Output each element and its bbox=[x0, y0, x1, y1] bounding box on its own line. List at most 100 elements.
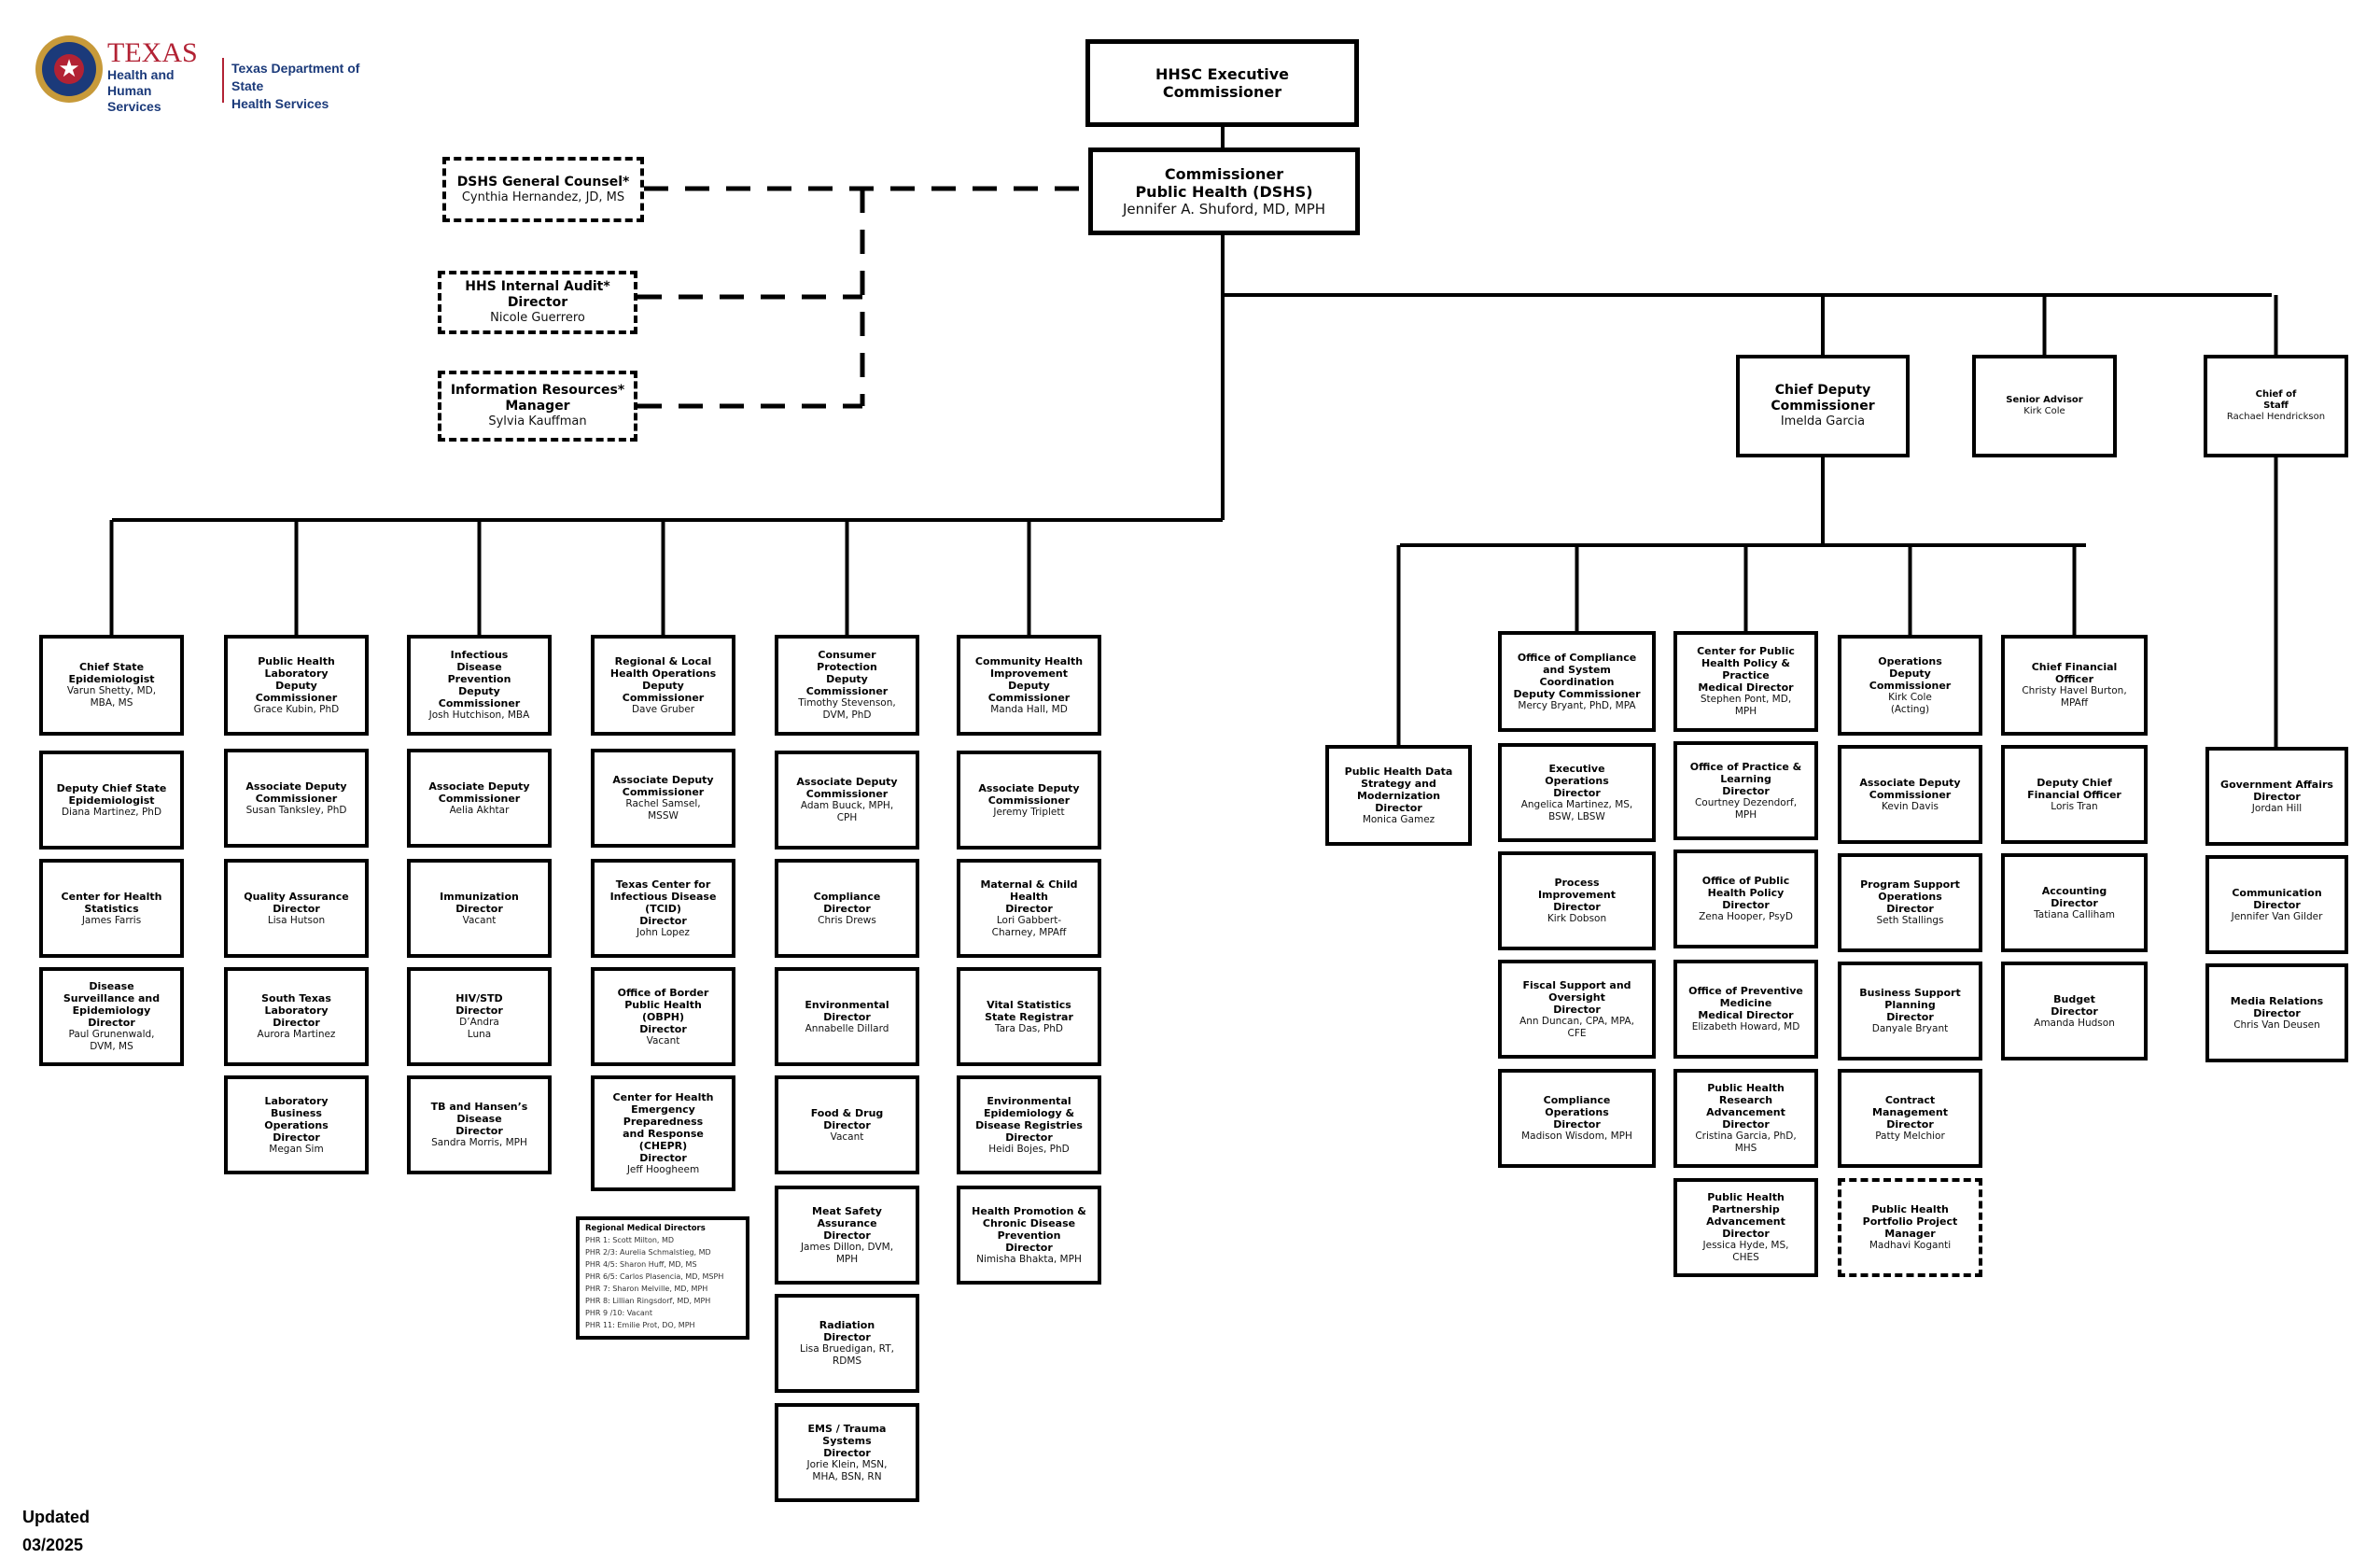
position-title: Associate Deputy Commissioner bbox=[245, 780, 347, 805]
org-box-process-improvement-director: Process Improvement Director Kirk Dobson bbox=[1498, 851, 1656, 950]
position-title: Environmental Director bbox=[805, 998, 889, 1023]
person-name: Patty Melchior bbox=[1875, 1131, 1945, 1142]
org-box-associate-deputy-commissioner: Associate Deputy Commissioner Susan Tanks… bbox=[224, 749, 369, 848]
org-box-compliance-operations-director: Compliance Operations Director Madison Wi… bbox=[1498, 1069, 1656, 1168]
org-box-associate-deputy-commissioner: Associate Deputy Commissioner Adam Buuck,… bbox=[775, 751, 919, 850]
updated-date: Updated 03/2025 bbox=[22, 1508, 90, 1554]
person-name: Elizabeth Howard, MD bbox=[1691, 1021, 1800, 1032]
org-box-meat-safety-assurance-director: Meat Safety Assurance Director James Dill… bbox=[775, 1186, 919, 1285]
position-title: Communication Director bbox=[2232, 886, 2322, 911]
org-box-public-health-research-advancement-director: Public Health Research Advancement Direc… bbox=[1673, 1069, 1818, 1168]
org-box-ems-trauma-systems-director: EMS / Trauma Systems Director Jorie Klein… bbox=[775, 1403, 919, 1502]
position-title: HIV/STD Director bbox=[455, 992, 503, 1017]
position-title: Public Health Research Advancement Direc… bbox=[1706, 1082, 1785, 1131]
org-box-office-of-practice-learning-director: Office of Practice & Learning Director Co… bbox=[1673, 741, 1818, 840]
person-name: Rachel Samsel, MSSW bbox=[625, 798, 701, 822]
org-box-commissioner-public-health-dshs: Commissioner Public Health (DSHS) Jennife… bbox=[1088, 147, 1360, 235]
position-title: Quality Assurance Director bbox=[244, 890, 349, 915]
position-title: HHSC Executive Commissioner bbox=[1155, 65, 1289, 101]
regional-medical-directors-box: Regional Medical Directors PHR 1: Scott … bbox=[576, 1216, 749, 1340]
position-title: Office of Border Public Health (OBPH) Di… bbox=[617, 986, 709, 1035]
position-title: Deputy Chief Financial Officer bbox=[2027, 776, 2121, 801]
org-box-accounting-director: Accounting Director Tatiana Calliham bbox=[2001, 853, 2148, 952]
org-box-disease-surveillance-and-epidemiology-director: Disease Surveillance and Epidemiology Di… bbox=[39, 967, 184, 1066]
person-name: Megan Sim bbox=[269, 1143, 324, 1155]
person-name: James Farris bbox=[81, 914, 142, 926]
position-title: Fiscal Support and Oversight Director bbox=[1522, 978, 1631, 1016]
person-name: Ann Duncan, CPA, MPA, CFE bbox=[1519, 1015, 1634, 1039]
rmd-heading: Regional Medical Directors bbox=[585, 1224, 706, 1233]
org-box-government-affairs-director: Government Affairs Director Jordan Hill bbox=[2205, 747, 2348, 846]
person-name: Courtney Dezendorf, MPH bbox=[1694, 796, 1798, 821]
position-title: Chief of Staff bbox=[2255, 389, 2297, 411]
org-box-quality-assurance-director: Quality Assurance Director Lisa Hutson bbox=[224, 859, 369, 958]
person-name: Aurora Martinez bbox=[257, 1029, 336, 1040]
org-box-radiation-director: Radiation Director Lisa Bruedigan, RT, RD… bbox=[775, 1294, 919, 1393]
position-title: Senior Advisor bbox=[2006, 395, 2083, 405]
org-box-center-for-public-health-policy-practice-medical-director: Center for Public Health Policy & Practi… bbox=[1673, 631, 1818, 732]
person-name: Nimisha Bhakta, MPH bbox=[976, 1253, 1082, 1265]
person-name: Kirk Dobson bbox=[1547, 913, 1607, 924]
org-box-associate-deputy-commissioner: Associate Deputy Commissioner Aelia Akhta… bbox=[407, 749, 552, 848]
position-title: Process Improvement Director bbox=[1537, 877, 1617, 913]
position-title: Consumer Protection Deputy Commissioner bbox=[805, 649, 889, 697]
org-box-hhsc-executive-commissioner: HHSC Executive Commissioner bbox=[1085, 39, 1359, 127]
position-title: Office of Practice & Learning Director bbox=[1689, 760, 1802, 797]
org-box-regional-local-health-operations-deputy-commissioner: Regional & Local Health Operations Deput… bbox=[591, 635, 735, 736]
org-box-office-of-public-health-policy-director: Office of Public Health Policy Director Z… bbox=[1673, 850, 1818, 948]
rmd-row: PHR 8: Lillian Ringsdorf, MD, MPH bbox=[585, 1297, 711, 1305]
person-name: Tara Das, PhD bbox=[995, 1022, 1063, 1034]
org-box-associate-deputy-commissioner: Associate Deputy Commissioner Rachel Sams… bbox=[591, 749, 735, 848]
org-box-south-texas-laboratory-director: South Texas Laboratory Director Aurora Ma… bbox=[224, 967, 369, 1066]
position-title: Information Resources* Manager bbox=[450, 383, 625, 414]
rmd-row: PHR 7: Sharon Melville, MD, MPH bbox=[585, 1285, 708, 1293]
position-title: Business Support Planning Director bbox=[1859, 987, 1961, 1023]
logo-divider bbox=[222, 58, 224, 103]
position-title: Food & Drug Director bbox=[810, 1106, 884, 1131]
org-box-media-relations-director: Media Relations Director Chris Van Deusen bbox=[2205, 963, 2348, 1062]
position-title: EMS / Trauma Systems Director bbox=[807, 1422, 887, 1459]
person-name: Rachael Hendrickson bbox=[2226, 412, 2326, 422]
logo-hhs-text: Health and Human Services bbox=[107, 67, 175, 114]
org-box-office-of-compliance-and-system-coordination-deputy-commissioner: Office of Compliance and System Coordina… bbox=[1498, 631, 1656, 732]
position-title: DSHS General Counsel* bbox=[456, 174, 630, 190]
person-name: Vacant bbox=[646, 1034, 680, 1046]
person-name: Diana Martinez, PhD bbox=[61, 806, 162, 818]
org-box-office-of-preventive-medicine-medical-director: Office of Preventive Medicine Medical Di… bbox=[1673, 960, 1818, 1059]
rmd-row: PHR 9 /10: Vacant bbox=[585, 1309, 652, 1317]
position-title: Accounting Director bbox=[2041, 884, 2107, 909]
org-box-chief-of-staff: Chief of Staff Rachael Hendrickson bbox=[2204, 355, 2348, 457]
position-title: Budget Director bbox=[2051, 992, 2098, 1018]
org-box-vital-statistics-state-registrar: Vital Statistics State Registrar Tara Das… bbox=[957, 967, 1101, 1066]
org-box-senior-advisor: Senior Advisor Kirk Cole bbox=[1972, 355, 2117, 457]
person-name: James Dillon, DVM, MPH bbox=[800, 1241, 894, 1265]
person-name: Adam Buuck, MPH, CPH bbox=[800, 800, 894, 823]
position-title: Compliance Director bbox=[813, 890, 881, 915]
person-name: Jennifer A. Shuford, MD, MPH bbox=[1122, 201, 1326, 218]
person-name: Kirk Cole (Acting) bbox=[1888, 691, 1932, 715]
position-title: Public Health Partnership Advancement Di… bbox=[1706, 1191, 1785, 1240]
position-title: Health Promotion & Chronic Disease Preve… bbox=[972, 1204, 1086, 1254]
person-name: Heidi Bojes, PhD bbox=[988, 1143, 1070, 1155]
org-box-community-health-improvement-deputy-commissioner: Community Health Improvement Deputy Comm… bbox=[957, 635, 1101, 736]
person-name: Sandra Morris, MPH bbox=[431, 1137, 527, 1148]
org-box-contract-management-director: Contract Management Director Patty Melchi… bbox=[1838, 1069, 1982, 1168]
rmd-row: PHR 11: Emilie Prot, DO, MPH bbox=[585, 1321, 695, 1329]
person-name: Dave Gruber bbox=[631, 703, 695, 715]
person-name: Nicole Guerrero bbox=[490, 311, 585, 325]
person-name: Jessica Hyde, MS, CHES bbox=[1702, 1240, 1789, 1263]
position-title: Center for Health Statistics bbox=[61, 890, 162, 915]
position-title: Office of Compliance and System Coordina… bbox=[1513, 651, 1641, 700]
rmd-row: PHR 4/5: Sharon Huff, MD, MS bbox=[585, 1260, 697, 1269]
position-title: Media Relations Director bbox=[2230, 994, 2324, 1019]
person-name: Cynthia Hernandez, JD, MS bbox=[461, 190, 625, 204]
person-name: Lisa Hutson bbox=[267, 914, 326, 926]
org-box-texas-center-for-infectious-disease-tcid-director: Texas Center for Infectious Disease (TCI… bbox=[591, 859, 735, 958]
org-box-business-support-planning-director: Business Support Planning Director Danyal… bbox=[1838, 962, 1982, 1060]
org-box-food-drug-director: Food & Drug Director Vacant bbox=[775, 1075, 919, 1174]
position-title: Public Health Data Strategy and Moderniz… bbox=[1344, 765, 1453, 814]
position-title: Center for Public Health Policy & Practi… bbox=[1697, 645, 1795, 694]
position-title: Office of Preventive Medicine Medical Di… bbox=[1688, 985, 1803, 1021]
person-name: Tatiana Calliham bbox=[2034, 908, 2115, 920]
person-name: Varun Shetty, MD, MBA, MS bbox=[66, 685, 157, 709]
